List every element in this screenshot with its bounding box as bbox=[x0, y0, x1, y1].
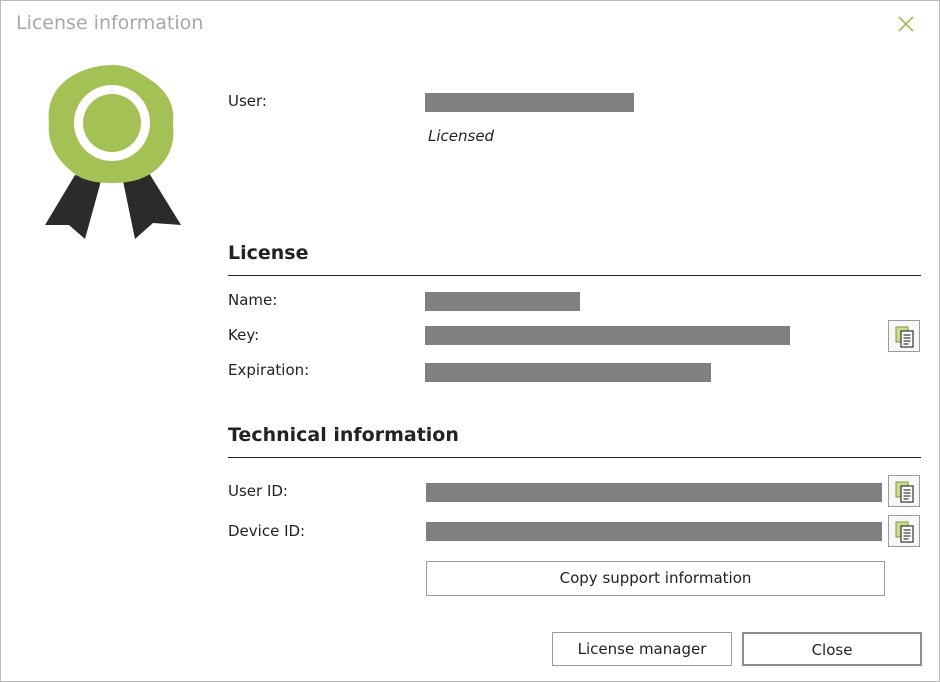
license-dialog: License information User: Licensed Licen… bbox=[0, 0, 940, 682]
device-id-label: Device ID: bbox=[228, 522, 306, 540]
copy-user-id-button[interactable] bbox=[888, 475, 920, 507]
key-label: Key: bbox=[228, 326, 260, 344]
technical-divider bbox=[228, 457, 921, 458]
expiration-label: Expiration: bbox=[228, 361, 310, 379]
license-divider bbox=[228, 275, 921, 276]
license-status: Licensed bbox=[428, 127, 495, 145]
technical-heading: Technical information bbox=[228, 424, 459, 446]
license-heading: License bbox=[228, 242, 309, 264]
dialog-title: License information bbox=[16, 12, 204, 34]
copy-icon bbox=[895, 481, 914, 503]
user-value-redacted bbox=[425, 93, 634, 112]
license-manager-button[interactable]: License manager bbox=[552, 632, 732, 666]
user-id-value-redacted bbox=[426, 483, 882, 502]
user-label: User: bbox=[228, 92, 267, 110]
user-id-label: User ID: bbox=[228, 482, 288, 500]
copy-icon bbox=[895, 326, 914, 348]
award-badge-icon bbox=[39, 63, 187, 247]
copy-device-id-button[interactable] bbox=[888, 515, 920, 547]
close-button[interactable]: Close bbox=[742, 632, 922, 666]
copy-key-button[interactable] bbox=[888, 320, 920, 352]
copy-support-info-button[interactable]: Copy support information bbox=[426, 561, 885, 596]
expiration-value-redacted bbox=[425, 363, 711, 382]
close-icon[interactable] bbox=[894, 12, 918, 36]
key-value-redacted bbox=[425, 326, 790, 345]
name-value-redacted bbox=[425, 292, 580, 311]
copy-icon bbox=[895, 521, 914, 543]
name-label: Name: bbox=[228, 291, 278, 309]
device-id-value-redacted bbox=[426, 522, 882, 541]
